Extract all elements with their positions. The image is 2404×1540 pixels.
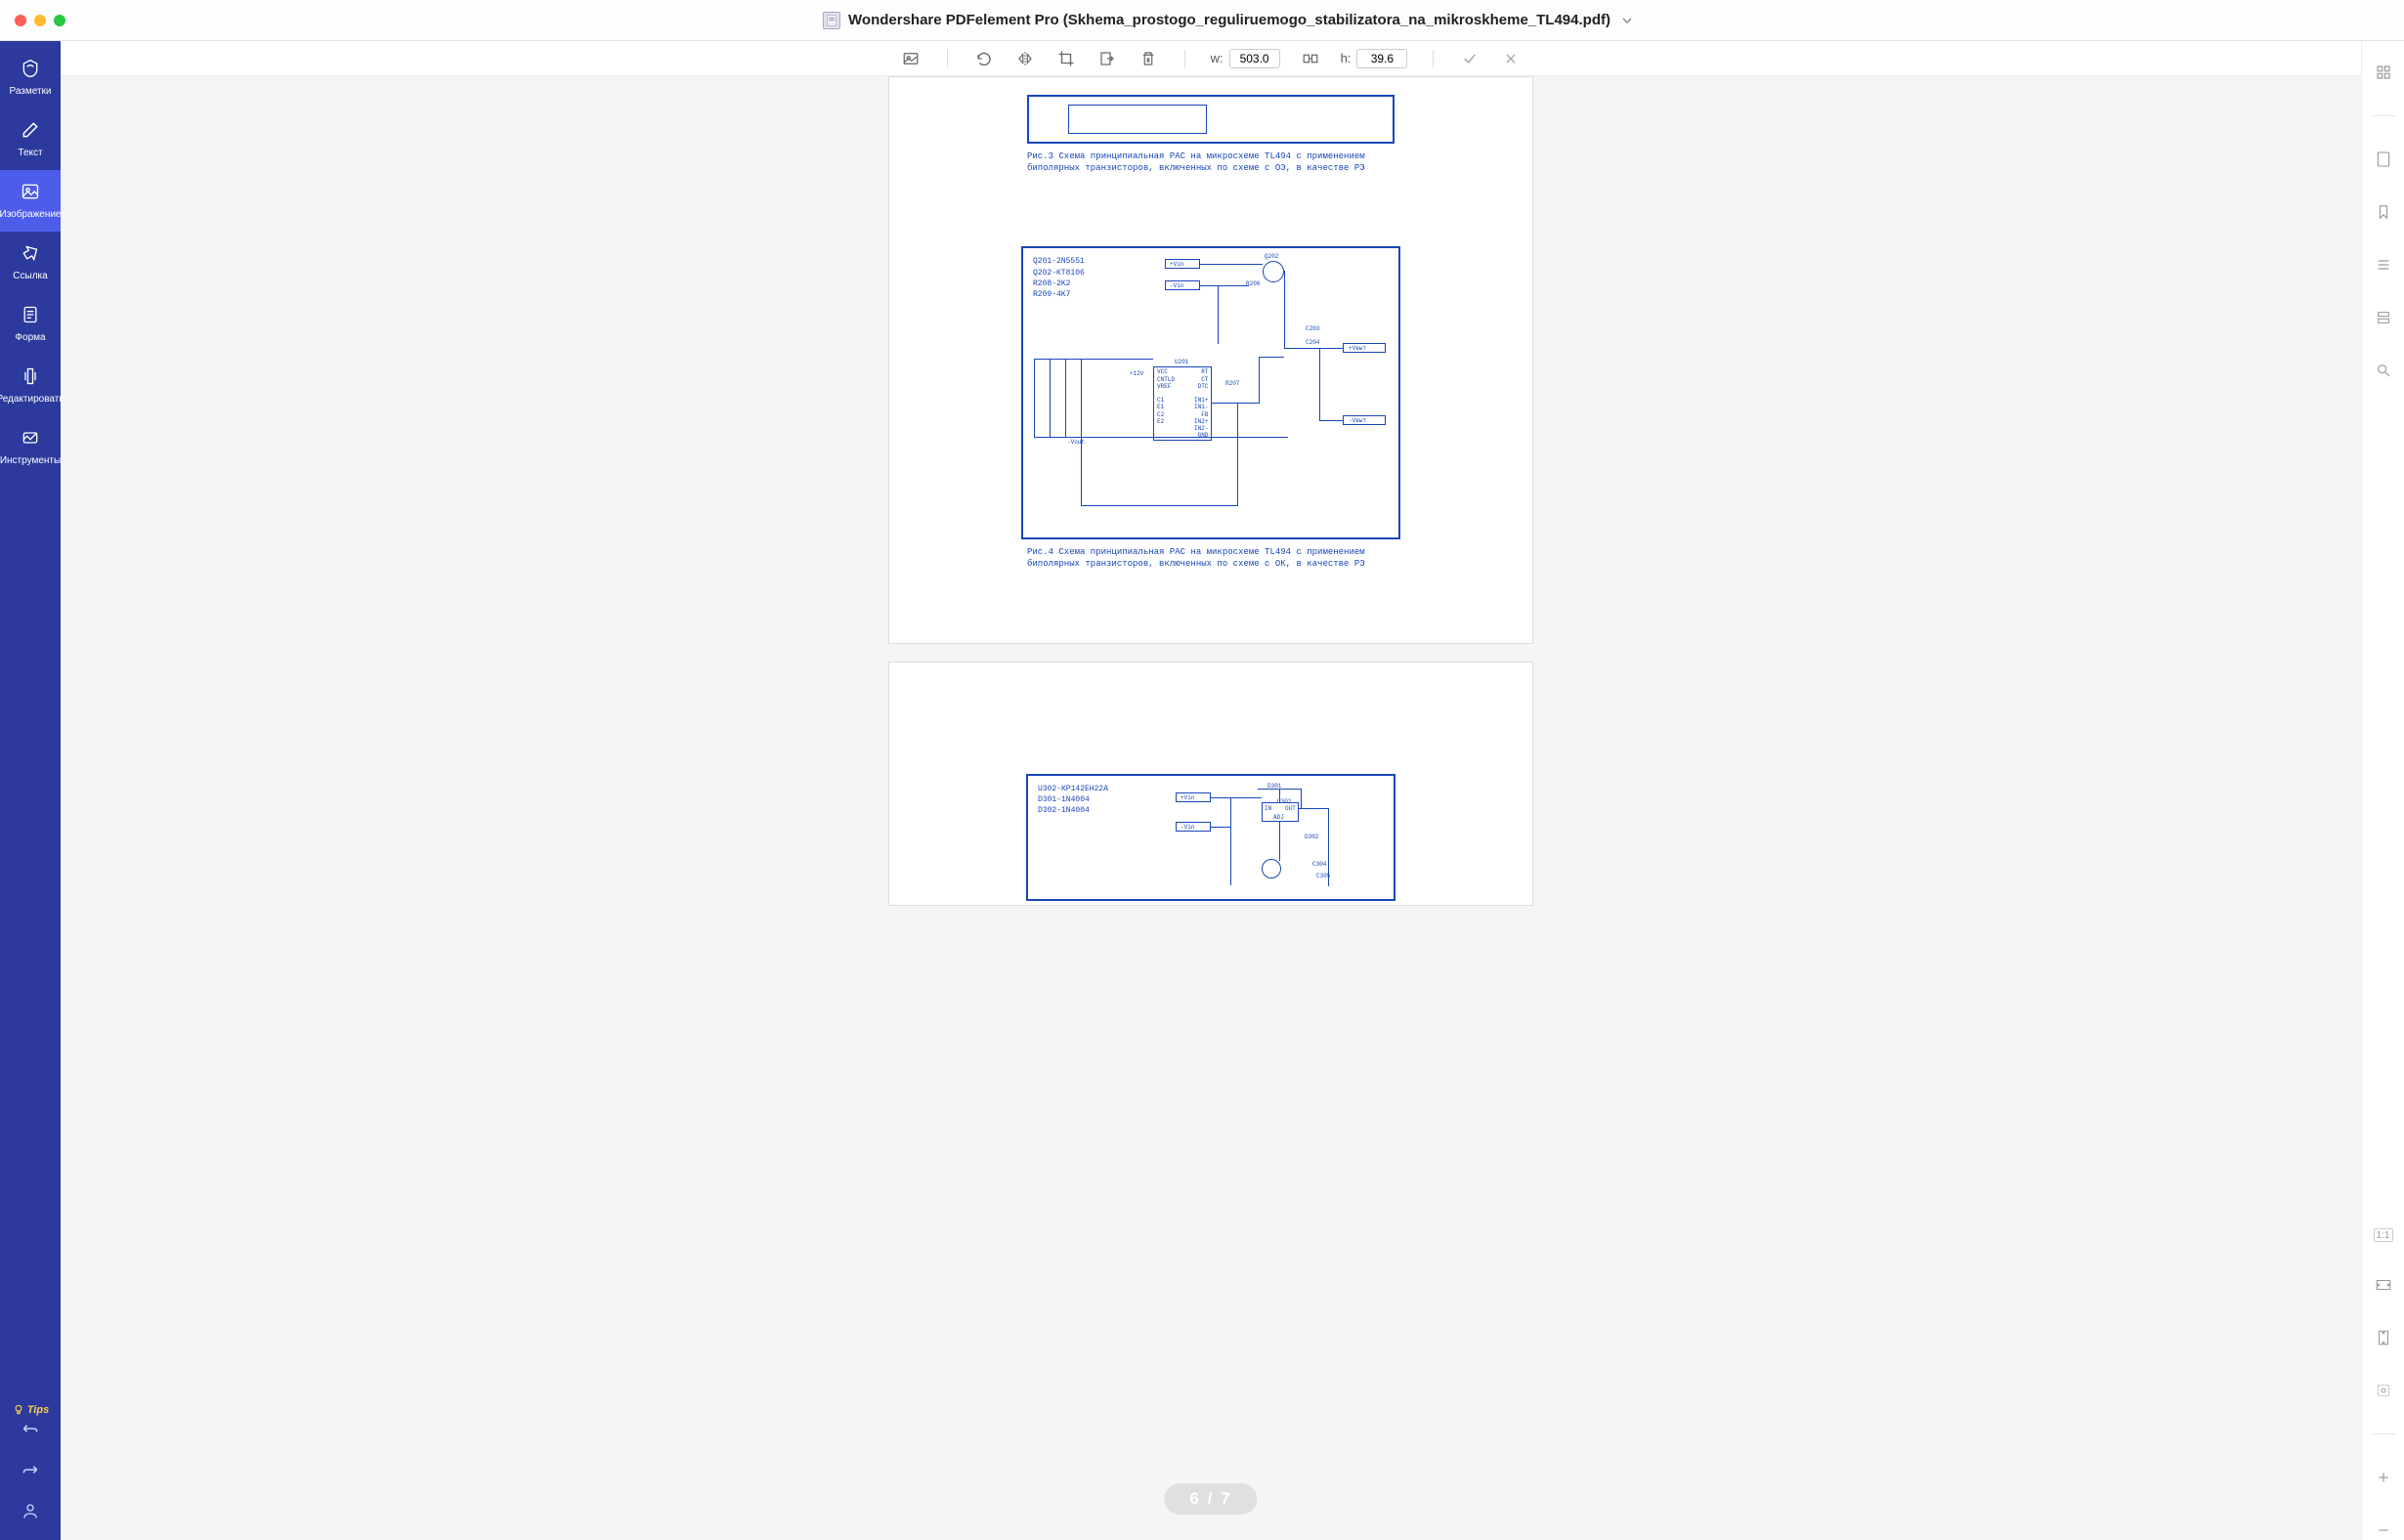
sidebar-label: Инструменты (0, 455, 61, 466)
sidebar-item-image[interactable]: Изображение (0, 170, 61, 232)
out-label: OUT (1285, 805, 1296, 812)
user-button[interactable] (19, 1499, 42, 1522)
chip-pins-left: VCC CNTLD VREF C1 E1 C2 E2 (1157, 368, 1175, 425)
title-dropdown-icon[interactable] (1622, 18, 1632, 23)
schematic-figure-3 (1027, 95, 1395, 144)
d302-label: D302 (1305, 834, 1318, 840)
outline-button[interactable] (2374, 255, 2393, 275)
window-controls (15, 15, 65, 26)
right-sidebar: 1:1 (2361, 41, 2404, 1540)
vout-plus-label: +Vвыт (1349, 345, 1366, 352)
pdf-page: U302-КР142ЕН22А D301-1N4004 D302-1N4004 … (888, 662, 1533, 906)
adj-label: ADJ (1273, 814, 1284, 821)
titlebar: Wondershare PDFelement Pro (Skhema_prost… (0, 0, 2404, 41)
delete-button[interactable] (1138, 48, 1159, 69)
undo-button[interactable] (19, 1417, 42, 1440)
document-icon (823, 12, 840, 29)
zoom-out-button[interactable] (2374, 1520, 2393, 1540)
bookmark-button[interactable] (2374, 202, 2393, 222)
image-edit-toolbar: w: h: (61, 41, 2361, 76)
u201-label: U201 (1175, 359, 1188, 365)
crop-button[interactable] (1055, 48, 1077, 69)
lock-ratio-button[interactable] (1300, 48, 1321, 69)
minimize-window-button[interactable] (34, 15, 46, 26)
width-group: w: (1211, 49, 1280, 68)
document-viewport[interactable]: Рис.3 Схема принципиальная РАС на микрос… (61, 76, 2361, 1540)
vin-plus-label: +Vin (1170, 261, 1183, 268)
search-button[interactable] (2374, 361, 2393, 380)
tools-icon (19, 426, 42, 449)
vin-minus-label: -Vin (1181, 824, 1194, 831)
schematic-figure-4: Q201-2N5551 Q202-КТ8106 R208-2K2 R209-4K… (1021, 246, 1400, 539)
page-panel-button[interactable] (2374, 150, 2393, 169)
width-label: w: (1211, 51, 1223, 65)
sidebar-label: Текст (18, 148, 42, 158)
c304-label: C304 (1312, 861, 1326, 868)
link-icon (19, 241, 42, 265)
sidebar-item-tools[interactable]: Инструменты (0, 416, 61, 478)
sidebar-label: Редактировать (0, 394, 64, 405)
sidebar-label: Разметки (9, 86, 51, 97)
figure-4-caption: Рис.4 Схема принципиальная РАС на микрос… (1027, 547, 1395, 570)
page-sep: / (1208, 1489, 1215, 1508)
sidebar-label: Форма (15, 332, 45, 343)
schematic-figure-5: U302-КР142ЕН22А D301-1N4004 D302-1N4004 … (1026, 774, 1395, 901)
text-edit-icon (19, 118, 42, 142)
form-icon (19, 303, 42, 326)
replace-image-button[interactable] (900, 48, 922, 69)
fit-width-button[interactable] (2374, 1275, 2393, 1295)
vin-minus-label: -Vin (1170, 282, 1183, 289)
tips-label: Tips (27, 1404, 49, 1416)
zoom-selection-button[interactable] (2374, 1381, 2393, 1400)
q202-label: Q202 (1265, 253, 1278, 260)
window-title-text: Wondershare PDFelement Pro (Skhema_prost… (848, 12, 1610, 28)
current-page: 6 (1189, 1489, 1200, 1508)
sidebar-item-markup[interactable]: Разметки (0, 47, 61, 108)
height-group: h: (1341, 49, 1408, 68)
sidebar-label: Изображение (0, 209, 62, 220)
image-icon (19, 180, 42, 203)
sidebar-item-edit[interactable]: Редактировать (0, 355, 61, 416)
total-pages: 7 (1221, 1489, 1231, 1508)
attachments-button[interactable] (2374, 308, 2393, 327)
cancel-button[interactable] (1500, 48, 1522, 69)
sidebar-item-link[interactable]: Ссылка (0, 232, 61, 293)
vout-neg-label: -Vout (1067, 439, 1085, 446)
sidebar-item-text[interactable]: Текст (0, 108, 61, 170)
sidebar-item-form[interactable]: Форма (0, 293, 61, 355)
thumbnails-button[interactable] (2374, 63, 2393, 82)
edit-icon (19, 364, 42, 388)
r207-label: R207 (1225, 380, 1239, 387)
sidebar-label: Ссылка (13, 271, 47, 281)
export-button[interactable] (1096, 48, 1118, 69)
height-label: h: (1341, 51, 1352, 65)
close-window-button[interactable] (15, 15, 26, 26)
maximize-window-button[interactable] (54, 15, 65, 26)
confirm-button[interactable] (1459, 48, 1481, 69)
plus12-label: +12V (1130, 370, 1143, 377)
vout-minus-label: -Vвыт (1349, 417, 1366, 424)
figure-3-caption: Рис.3 Схема принципиальная РАС на микрос… (1027, 151, 1395, 174)
flip-button[interactable] (1014, 48, 1036, 69)
c204-label: C204 (1306, 339, 1319, 346)
redo-button[interactable] (19, 1458, 42, 1481)
in-label: IN (1265, 805, 1271, 812)
window-title: Wondershare PDFelement Pro (Skhema_prost… (65, 12, 2389, 29)
c203-label: C203 (1306, 325, 1319, 332)
tips-button[interactable]: Tips (12, 1403, 49, 1417)
vin-plus-label: +Vin (1181, 794, 1194, 801)
page-indicator: 6 / 7 (1164, 1483, 1257, 1515)
markup-icon (19, 57, 42, 80)
left-sidebar: Разметки Текст Изображение Ссылка Форма (0, 41, 61, 1540)
fit-page-button[interactable] (2374, 1328, 2393, 1348)
height-input[interactable] (1356, 49, 1407, 68)
pdf-page: Рис.3 Схема принципиальная РАС на микрос… (888, 76, 1533, 644)
chip-pins-right: RT CT DTC IN1+ IN1- FB IN2+ IN2- GND (1194, 368, 1208, 439)
actual-size-button[interactable]: 1:1 (2374, 1228, 2393, 1242)
main-content: w: h: Рис.3 Схема принципиальн (61, 41, 2361, 1540)
zoom-in-button[interactable] (2374, 1468, 2393, 1487)
width-input[interactable] (1229, 49, 1280, 68)
rotate-button[interactable] (973, 48, 995, 69)
